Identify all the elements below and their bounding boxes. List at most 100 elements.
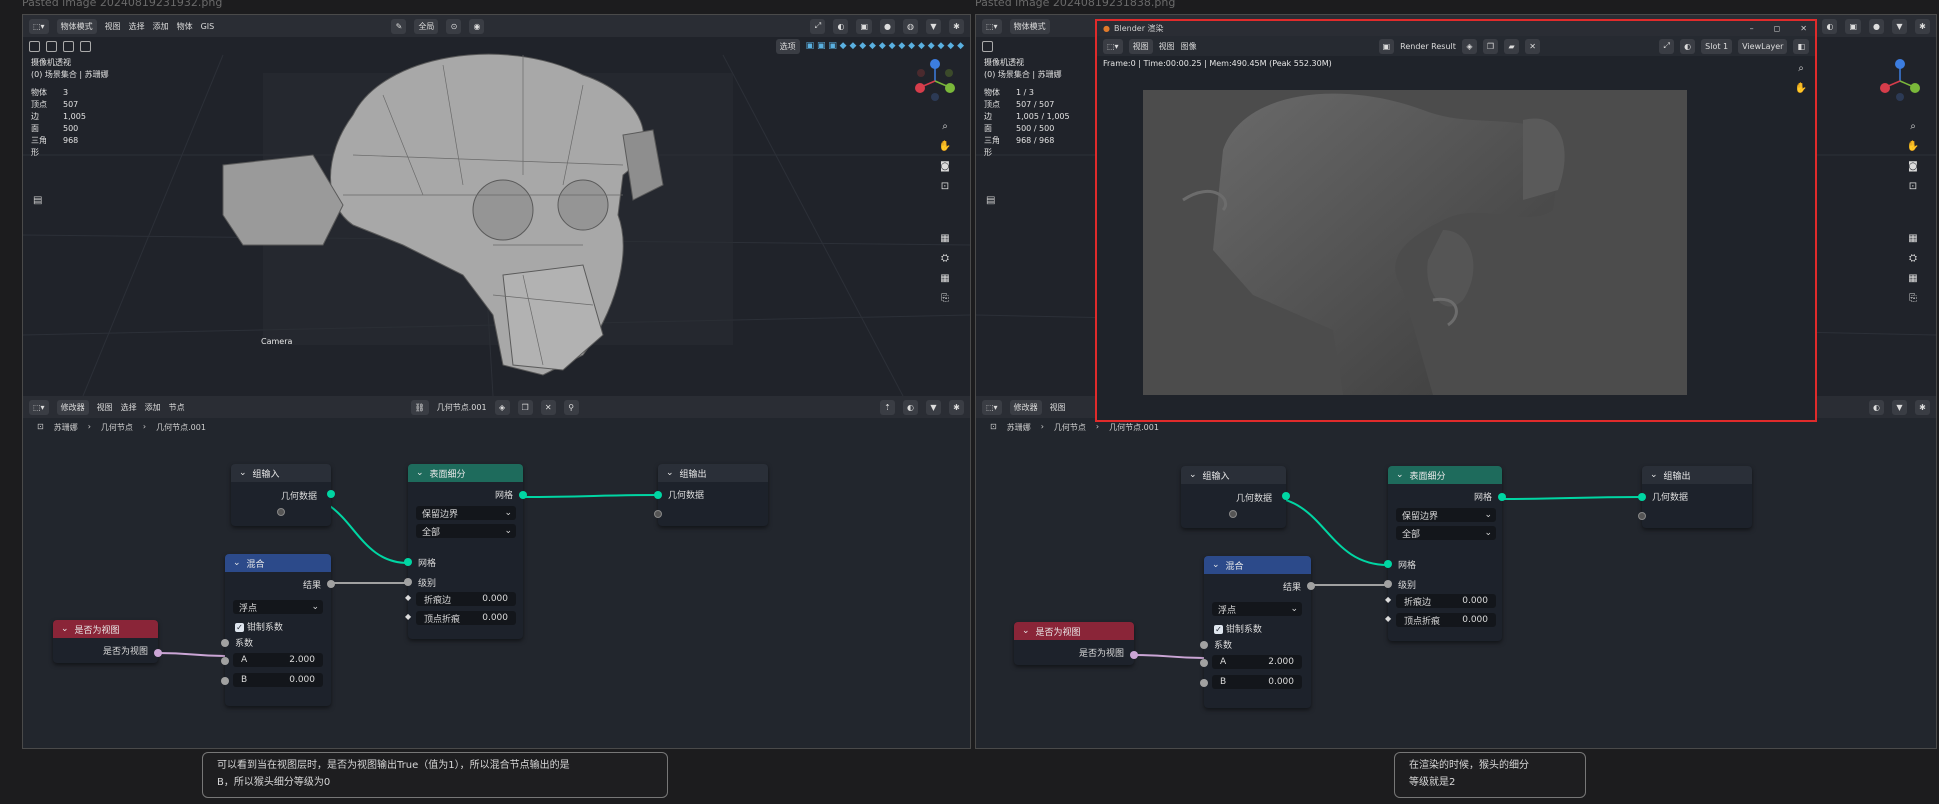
3d-viewport[interactable]: ⬚▾ 物体模式 视图 选择 添加 物体 GIS ✎ 全局 ⊙ ◉ ⤢ ◐ ▣ ●… — [23, 15, 970, 396]
float-socket[interactable] — [404, 578, 412, 586]
chevron-down-icon[interactable]: ⌄ — [666, 468, 674, 478]
diamond-socket-icon[interactable]: ◆ — [1385, 614, 1391, 623]
mode-dropdown[interactable]: 物体模式 — [1009, 18, 1050, 34]
link-icon[interactable]: ⎘ — [1906, 291, 1920, 305]
diamond-socket-icon[interactable]: ◆ — [405, 612, 411, 621]
geometry-socket[interactable] — [1282, 492, 1290, 500]
select-extend-icon[interactable] — [63, 40, 74, 52]
zoom-icon[interactable]: ⌕ — [1906, 119, 1920, 133]
maximize-icon[interactable]: ◻ — [1766, 24, 1789, 33]
view-mode-dropdown[interactable]: 视图 — [1128, 38, 1153, 54]
diamond-socket-icon[interactable]: ◆ — [405, 593, 411, 602]
image-icon[interactable]: ▣ — [1378, 38, 1395, 54]
node-header[interactable]: ⌄ 组输入 — [1181, 466, 1286, 484]
snap-button[interactable]: ⊙ — [446, 18, 462, 34]
node-header[interactable]: ⌄ 混合 — [1204, 556, 1311, 574]
chevron-down-icon[interactable]: ⌄ — [1650, 470, 1658, 480]
select-mode-icon[interactable] — [46, 40, 57, 52]
overlay-toggle[interactable]: ◐ — [1680, 38, 1696, 54]
geometry-socket[interactable] — [1638, 493, 1646, 501]
lock-icon[interactable]: ⊡ — [938, 179, 952, 193]
close-icon[interactable]: ✕ — [1525, 38, 1541, 54]
folder-icon[interactable]: ▰ — [1504, 38, 1520, 54]
float-socket[interactable] — [1200, 659, 1208, 667]
node-header[interactable]: ⌄ 组输出 — [1642, 466, 1752, 484]
gear-icon[interactable]: ✱ — [1915, 18, 1930, 34]
float-socket[interactable] — [1200, 641, 1208, 649]
empty-socket[interactable] — [1638, 512, 1646, 520]
node-header[interactable]: ⌄ 组输出 — [658, 464, 768, 482]
a-value-field[interactable]: A 2.000 — [1212, 655, 1302, 669]
menu-view[interactable]: 视图 — [1159, 41, 1175, 52]
select-box-icon[interactable] — [29, 40, 40, 52]
crease-edge-field[interactable]: 折痕边 0.000 — [416, 592, 516, 606]
scene-icon[interactable]: ⛭ — [938, 251, 952, 265]
xray-toggle[interactable]: ▣ — [1845, 18, 1861, 34]
menu-view[interactable]: 视图 — [105, 21, 121, 32]
float-socket[interactable] — [1307, 582, 1315, 590]
float-socket[interactable] — [327, 580, 335, 588]
editor-type-button[interactable]: ⬚▾ — [29, 18, 49, 34]
editor-type-button[interactable]: ⬚▾ — [1103, 38, 1123, 54]
select-subtract-icon[interactable] — [80, 40, 91, 52]
boundary-dropdown[interactable]: 全部 ⌄ — [416, 524, 516, 538]
chevron-down-icon[interactable]: ⌄ — [416, 468, 424, 478]
editor-type-button[interactable]: ⬚▾ — [982, 18, 1002, 34]
chevron-down-icon[interactable]: ⌄ — [61, 624, 69, 634]
clamp-checkbox[interactable]: ✓ 钳制系数 — [235, 620, 283, 633]
menu-gis[interactable]: GIS — [201, 22, 215, 31]
slot-dropdown[interactable]: Slot 1 — [1701, 38, 1733, 54]
float-socket[interactable] — [1200, 679, 1208, 687]
filter-icon[interactable]: ▼ — [926, 18, 941, 34]
float-socket[interactable] — [221, 657, 229, 665]
uv-smooth-dropdown[interactable]: 保留边界 ⌄ — [416, 506, 516, 520]
close-icon[interactable]: ✕ — [1792, 24, 1815, 33]
render-region-icon[interactable]: ▦ — [1906, 231, 1920, 245]
camera-view-icon[interactable]: ◙ — [1906, 159, 1920, 173]
chevron-down-icon[interactable]: ⌄ — [1022, 626, 1030, 636]
geometry-socket[interactable] — [1384, 560, 1392, 568]
uv-smooth-dropdown[interactable]: 保留边界 ⌄ — [1396, 508, 1496, 522]
navigation-gizmo-icon[interactable] — [911, 57, 959, 105]
menu-add[interactable]: 添加 — [153, 21, 169, 32]
node-is-viewport[interactable]: ⌄ 是否为视图 是否为视图 — [53, 620, 162, 663]
node-group-output[interactable]: ⌄ 组输出 几何数据 — [1638, 466, 1752, 528]
empty-socket[interactable] — [1229, 510, 1238, 518]
node-header[interactable]: ⌄ 是否为视图 — [53, 620, 158, 638]
node-is-viewport[interactable]: ⌄ 是否为视图 是否为视图 — [1014, 622, 1138, 665]
chevron-down-icon[interactable]: ⌄ — [1396, 470, 1404, 480]
toolbar-toggle-icon[interactable]: ▤ — [33, 195, 42, 206]
boolean-socket[interactable] — [154, 649, 162, 657]
node-group-input[interactable]: ⌄ 组输入 几何数据 — [231, 464, 335, 526]
link-icon[interactable]: ⎘ — [938, 291, 952, 305]
overlay-toggle[interactable]: ◐ — [1822, 18, 1838, 34]
gear-icon[interactable]: ✱ — [949, 18, 964, 34]
render-region-icon[interactable]: ▦ — [938, 231, 952, 245]
data-type-dropdown[interactable]: 浮点 ⌄ — [1212, 602, 1302, 616]
chevron-down-icon[interactable]: ⌄ — [239, 468, 247, 478]
menu-object[interactable]: 物体 — [177, 21, 193, 32]
image-name[interactable]: Render Result — [1400, 42, 1456, 51]
addon-icons[interactable]: ▣ ▣ ▣ ◆ ◆ ◆ ◆ ◆ ◆ ◆ ◆ ◆ ◆ ◆ ◆ ◆ — [806, 41, 964, 51]
node-editor[interactable]: ⬚▾ 修改器 视图 ◐ ▼ ✱ ⊡ 苏珊娜 › 几何节点 › 几何节点.001 … — [976, 396, 1936, 748]
clamp-checkbox[interactable]: ✓ 钳制系数 — [1214, 622, 1262, 635]
filter-icon[interactable]: ▼ — [1892, 18, 1907, 34]
geometry-socket[interactable] — [519, 491, 527, 499]
geometry-socket[interactable] — [1498, 493, 1506, 501]
b-value-field[interactable]: B 0.000 — [1212, 675, 1302, 689]
crease-vertex-field[interactable]: 顶点折痕 0.000 — [416, 611, 516, 625]
node-header[interactable]: ⌄ 组输入 — [231, 464, 331, 482]
empty-socket[interactable] — [277, 508, 285, 516]
shading-solid[interactable]: ● — [1869, 18, 1884, 34]
float-socket[interactable] — [221, 639, 229, 647]
node-mix[interactable]: ⌄ 混合 结果 浮点 ⌄ ✓ 钳制系数 系数 A 2.000 B 0.000 — [221, 554, 335, 706]
node-subdivision-surface[interactable]: ⌄ 表面细分 网格 保留边界 ⌄ 全部 ⌄ 网格 级别 ◆ 折痕边 0.000 ◆ 顶点… — [404, 464, 527, 639]
node-group-output[interactable]: ⌄ 组输出 几何数据 — [654, 464, 768, 526]
float-socket[interactable] — [221, 677, 229, 685]
zoom-icon[interactable]: ⌕ — [1794, 61, 1808, 75]
node-header[interactable]: ⌄ 混合 — [225, 554, 331, 572]
grid-icon[interactable]: ▦ — [1906, 271, 1920, 285]
node-header[interactable]: ⌄ 是否为视图 — [1014, 622, 1134, 640]
gizmo-toggle[interactable]: ⤢ — [810, 18, 826, 34]
geometry-socket[interactable] — [327, 490, 335, 498]
